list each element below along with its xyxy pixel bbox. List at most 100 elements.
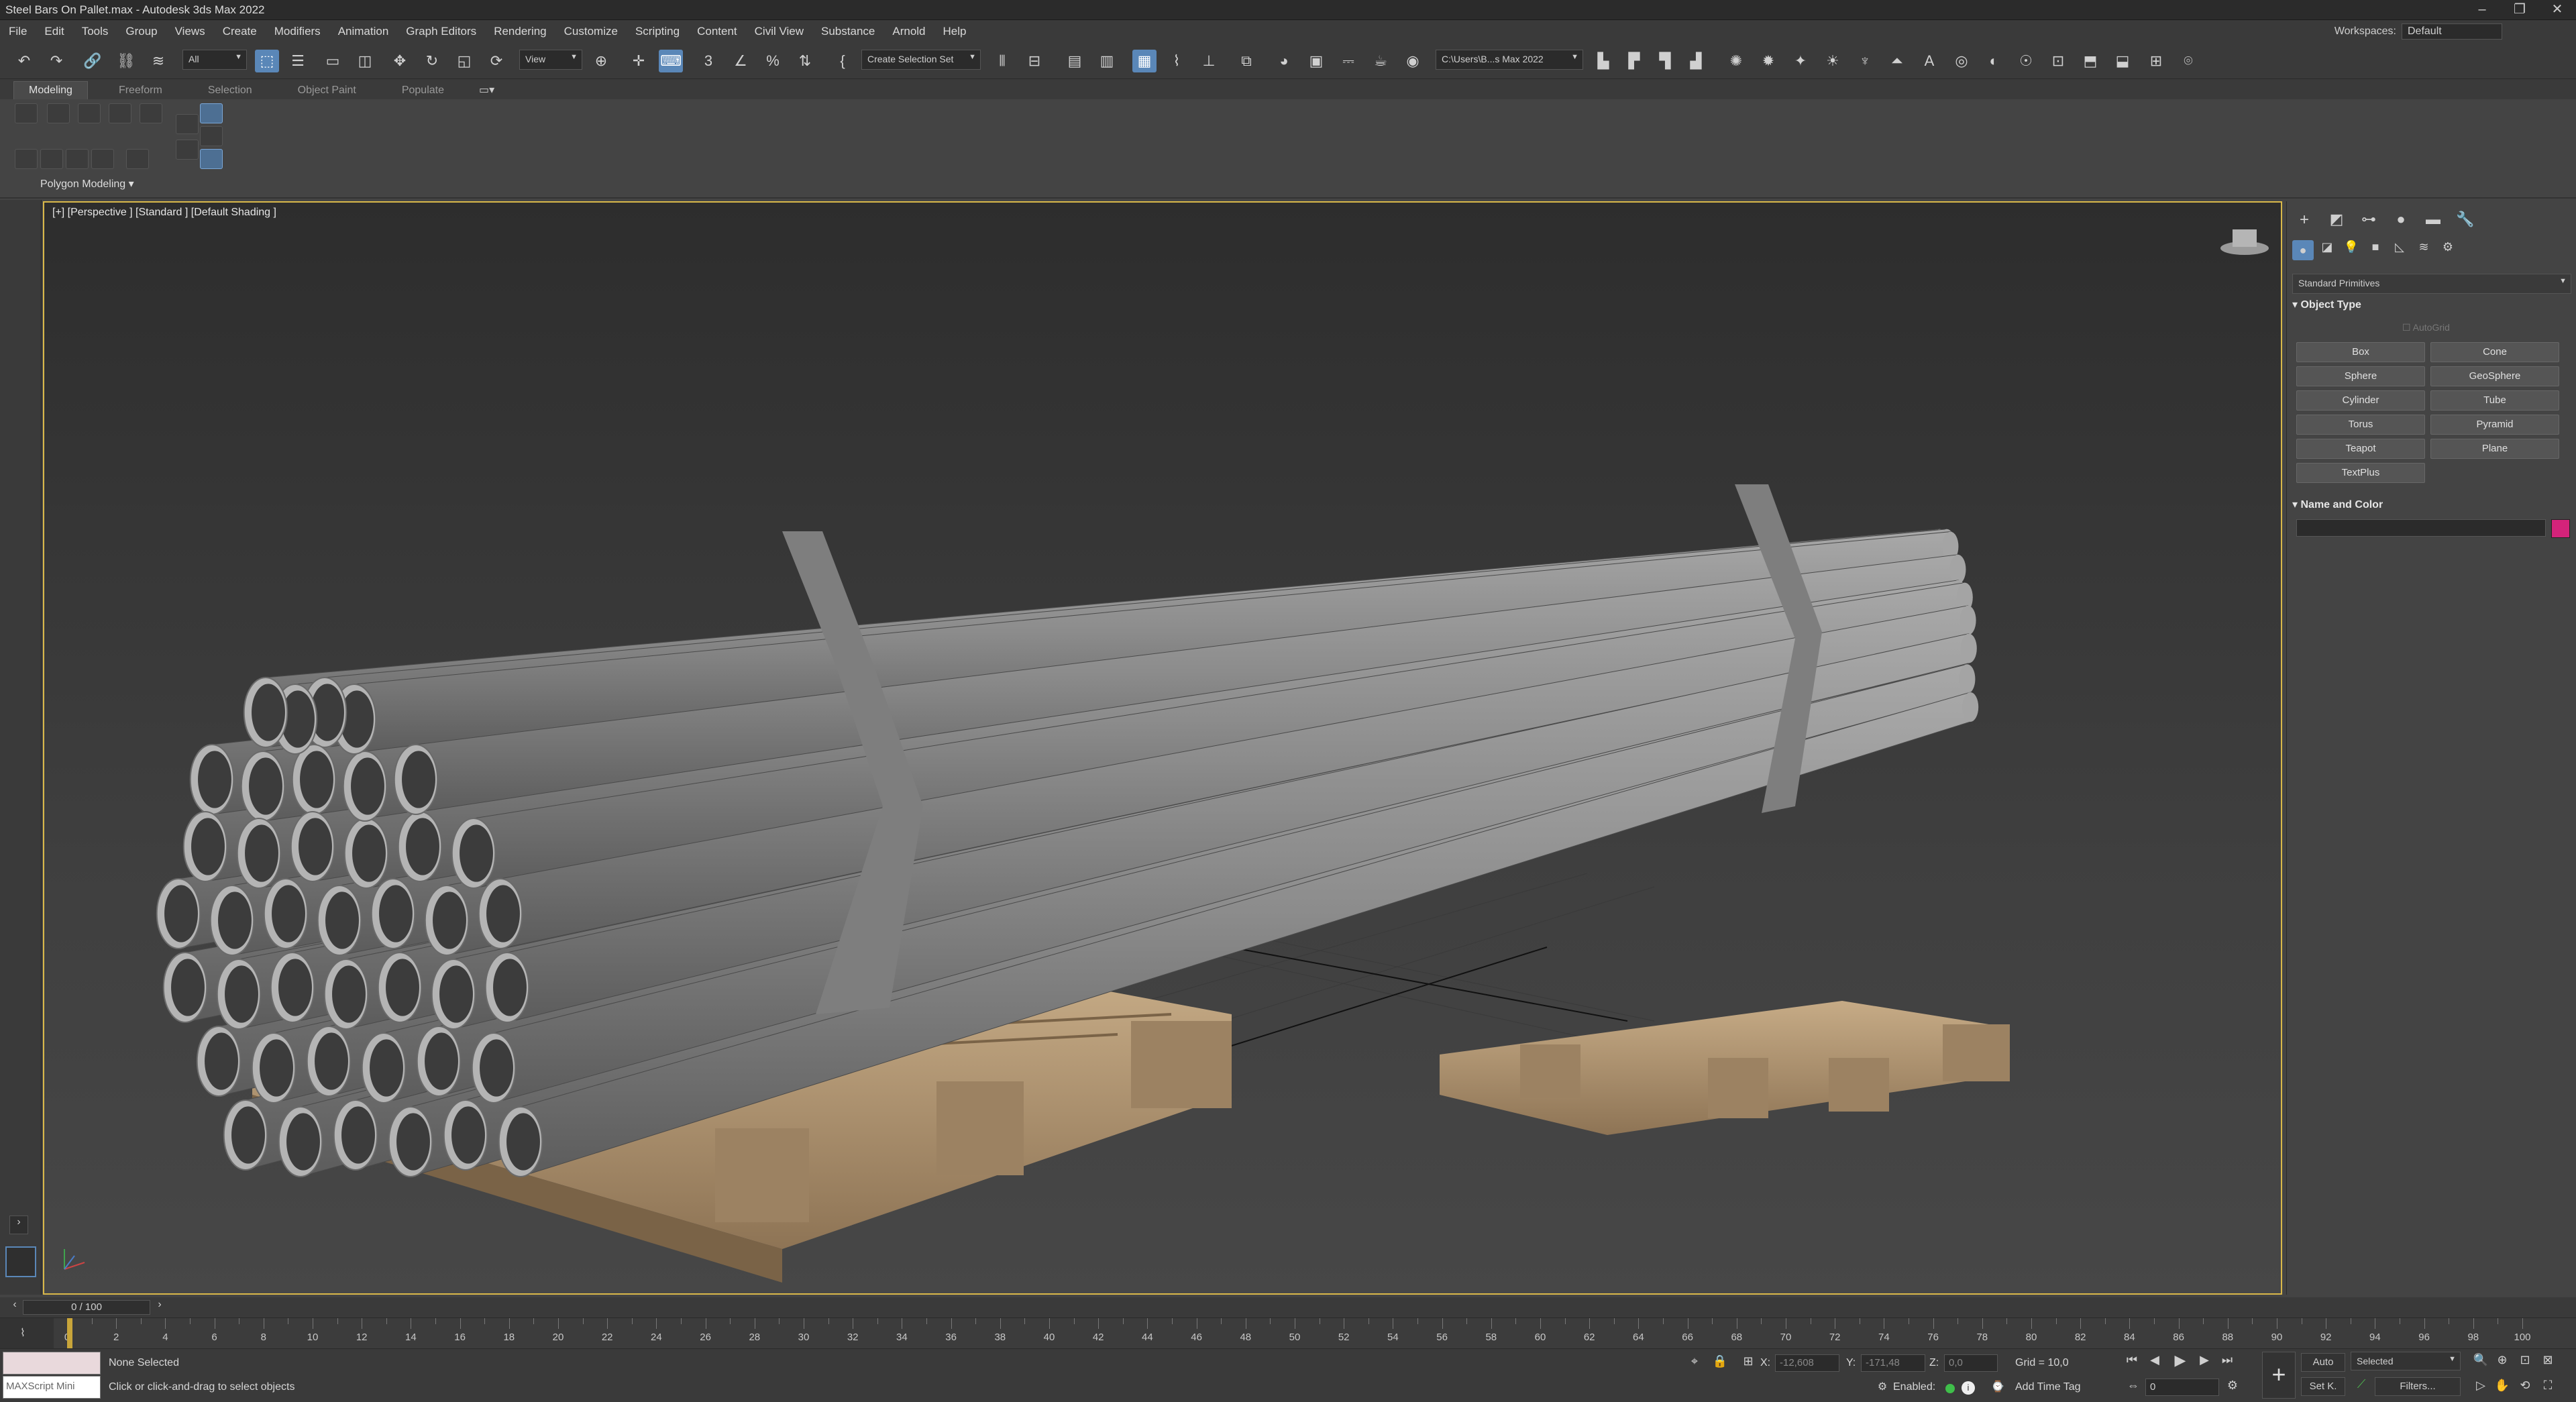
ribbon-button[interactable]: [78, 103, 101, 123]
link-icon[interactable]: 🔗: [80, 50, 105, 72]
tab-object-paint[interactable]: Object Paint: [283, 82, 371, 99]
absolute-mode-icon[interactable]: ⊞: [1739, 1354, 1758, 1368]
pyramid-button[interactable]: Pyramid: [2430, 415, 2559, 435]
menu-graph-editors[interactable]: Graph Editors: [397, 25, 485, 38]
teapot-button[interactable]: Teapot: [2296, 439, 2425, 459]
time-tag-icon[interactable]: ⌚: [1990, 1380, 2006, 1393]
hierarchy-tab-icon[interactable]: ⊶: [2357, 211, 2381, 228]
orbit-icon[interactable]: ⟲: [2516, 1379, 2534, 1393]
grid-icon[interactable]: ⊞: [2144, 50, 2168, 72]
layer-explorer-icon[interactable]: ▤: [1063, 50, 1087, 72]
z-coordinate-field[interactable]: 0,0: [1944, 1354, 1998, 1372]
geometry-icon[interactable]: ●: [2292, 240, 2314, 260]
select-manipulate-icon[interactable]: ✛: [627, 50, 651, 72]
ribbon-button[interactable]: [66, 149, 89, 169]
menu-create[interactable]: Create: [214, 25, 266, 38]
render-icon[interactable]: ☕: [1368, 50, 1393, 72]
expand-arrow-icon[interactable]: ›: [9, 1216, 28, 1234]
maxscript-listener-input[interactable]: [3, 1352, 101, 1374]
box-button[interactable]: Box: [2296, 342, 2425, 362]
workspaces-dropdown[interactable]: Default: [2402, 23, 2502, 40]
prev-frame-icon[interactable]: ‹: [7, 1299, 23, 1311]
menu-animation[interactable]: Animation: [329, 25, 398, 38]
view-cube-icon[interactable]: ⌾: [2176, 50, 2200, 72]
maximize-toggle-icon[interactable]: ⛶: [2538, 1379, 2557, 1393]
space-warps-icon[interactable]: ≋: [2413, 240, 2434, 254]
select-by-name-icon[interactable]: ☰: [286, 50, 310, 72]
current-frame-field[interactable]: 0: [2145, 1379, 2219, 1396]
selection-filter-dropdown[interactable]: All ▼: [182, 50, 247, 70]
default-tangent-icon[interactable]: ⟋: [2352, 1377, 2371, 1391]
ribbon-button[interactable]: [176, 140, 199, 160]
zoom-all-icon[interactable]: ⊕: [2493, 1353, 2512, 1367]
arnold-light-icon[interactable]: ✦: [1788, 50, 1813, 72]
scale-icon[interactable]: ◱: [452, 50, 476, 72]
go-to-end-icon[interactable]: ⏭: [2218, 1353, 2237, 1367]
rect-selection-icon[interactable]: ▭: [321, 50, 345, 72]
y-coordinate-field[interactable]: -171,48: [1861, 1354, 1925, 1372]
menu-scripting[interactable]: Scripting: [627, 25, 688, 38]
ribbon-button-active[interactable]: [200, 149, 223, 169]
perspective-viewport[interactable]: [+] [Perspective ] [Standard ] [Default …: [43, 201, 2282, 1295]
project-folder-dropdown[interactable]: C:\Users\B...s Max 2022 ▼: [1436, 50, 1583, 70]
next-frame-button-icon[interactable]: ▶: [2195, 1353, 2214, 1367]
utilities-tab-icon[interactable]: 🔧: [2453, 211, 2477, 228]
restore-icon[interactable]: ❐: [2501, 0, 2538, 20]
place-icon[interactable]: ⟳: [484, 50, 508, 72]
ribbon-button[interactable]: [140, 103, 162, 123]
menu-help[interactable]: Help: [934, 25, 975, 38]
helpers-icon[interactable]: ◺: [2389, 240, 2410, 254]
textplus-button[interactable]: TextPlus: [2296, 463, 2425, 483]
align-icon[interactable]: ⊟: [1022, 50, 1046, 72]
tab-selection[interactable]: Selection: [193, 82, 267, 99]
reference-coordinate-dropdown[interactable]: View ▼: [519, 50, 582, 70]
move-icon[interactable]: ✥: [388, 50, 412, 72]
name-and-color-rollout[interactable]: ▾ Name and Color: [2292, 498, 2571, 517]
time-slider[interactable]: ‹ 0 / 100 ›: [0, 1297, 2576, 1317]
dope-sheet-icon[interactable]: ⊥: [1197, 50, 1221, 72]
autogrid-checkbox[interactable]: ☐ AutoGrid: [2402, 322, 2450, 333]
sphere-button[interactable]: Sphere: [2296, 366, 2425, 386]
play-icon[interactable]: ▶: [2171, 1352, 2190, 1369]
modify-tab-icon[interactable]: ◩: [2324, 211, 2349, 228]
menu-rendering[interactable]: Rendering: [485, 25, 555, 38]
undo-icon[interactable]: ↶: [12, 50, 36, 72]
frame-ruler[interactable]: 0246810121416182022242628303234363840424…: [64, 1318, 2531, 1349]
geosphere-button[interactable]: GeoSphere: [2430, 366, 2559, 386]
ribbon-button[interactable]: [91, 149, 114, 169]
arnold-render-icon[interactable]: ✹: [1756, 50, 1780, 72]
key-mode-icon[interactable]: ⇔: [2124, 1379, 2143, 1393]
arnold-ipr-icon[interactable]: ✺: [1724, 50, 1748, 72]
menu-arnold[interactable]: Arnold: [883, 25, 934, 38]
menu-views[interactable]: Views: [166, 25, 214, 38]
viewport-layout-icon[interactable]: ⬒: [2078, 50, 2102, 72]
angle-snap-icon[interactable]: ∠: [729, 50, 753, 72]
redo-icon[interactable]: ↷: [44, 50, 68, 72]
set-key-button[interactable]: Set K.: [2301, 1377, 2345, 1396]
menu-tools[interactable]: Tools: [73, 25, 117, 38]
tab-populate[interactable]: Populate: [387, 82, 459, 99]
menu-content[interactable]: Content: [688, 25, 746, 38]
tab-freeform[interactable]: Freeform: [104, 82, 177, 99]
keyboard-shortcut-override-icon[interactable]: ⌨: [659, 50, 683, 72]
rotate-icon[interactable]: ↻: [420, 50, 444, 72]
window-crossing-icon[interactable]: ◫: [353, 50, 377, 72]
spinner-snap-icon[interactable]: ⇅: [793, 50, 817, 72]
ribbon-button[interactable]: [15, 149, 38, 169]
display-tab-icon[interactable]: ▬: [2421, 211, 2445, 228]
menu-substance[interactable]: Substance: [812, 25, 883, 38]
menu-customize[interactable]: Customize: [555, 25, 627, 38]
arnold-bulb-icon[interactable]: ☉: [2014, 50, 2038, 72]
ribbon-button-active[interactable]: [200, 103, 223, 123]
shapes-icon[interactable]: ◪: [2316, 240, 2338, 254]
project-folder-icon[interactable]: ▛: [1622, 50, 1646, 72]
pan-view-icon[interactable]: ✋: [2493, 1379, 2512, 1393]
a360-icon[interactable]: ◉: [1401, 50, 1425, 72]
create-tab-icon[interactable]: +: [2292, 211, 2316, 229]
ribbon-button[interactable]: [47, 103, 70, 123]
bind-space-warp-icon[interactable]: ≋: [146, 50, 170, 72]
selection-lock-icon[interactable]: 🔒: [1711, 1354, 1729, 1368]
scene-explorer-icon[interactable]: ▥: [1095, 50, 1119, 72]
isolate-icon[interactable]: ⌖: [1685, 1354, 1704, 1368]
minimize-icon[interactable]: –: [2463, 0, 2501, 20]
